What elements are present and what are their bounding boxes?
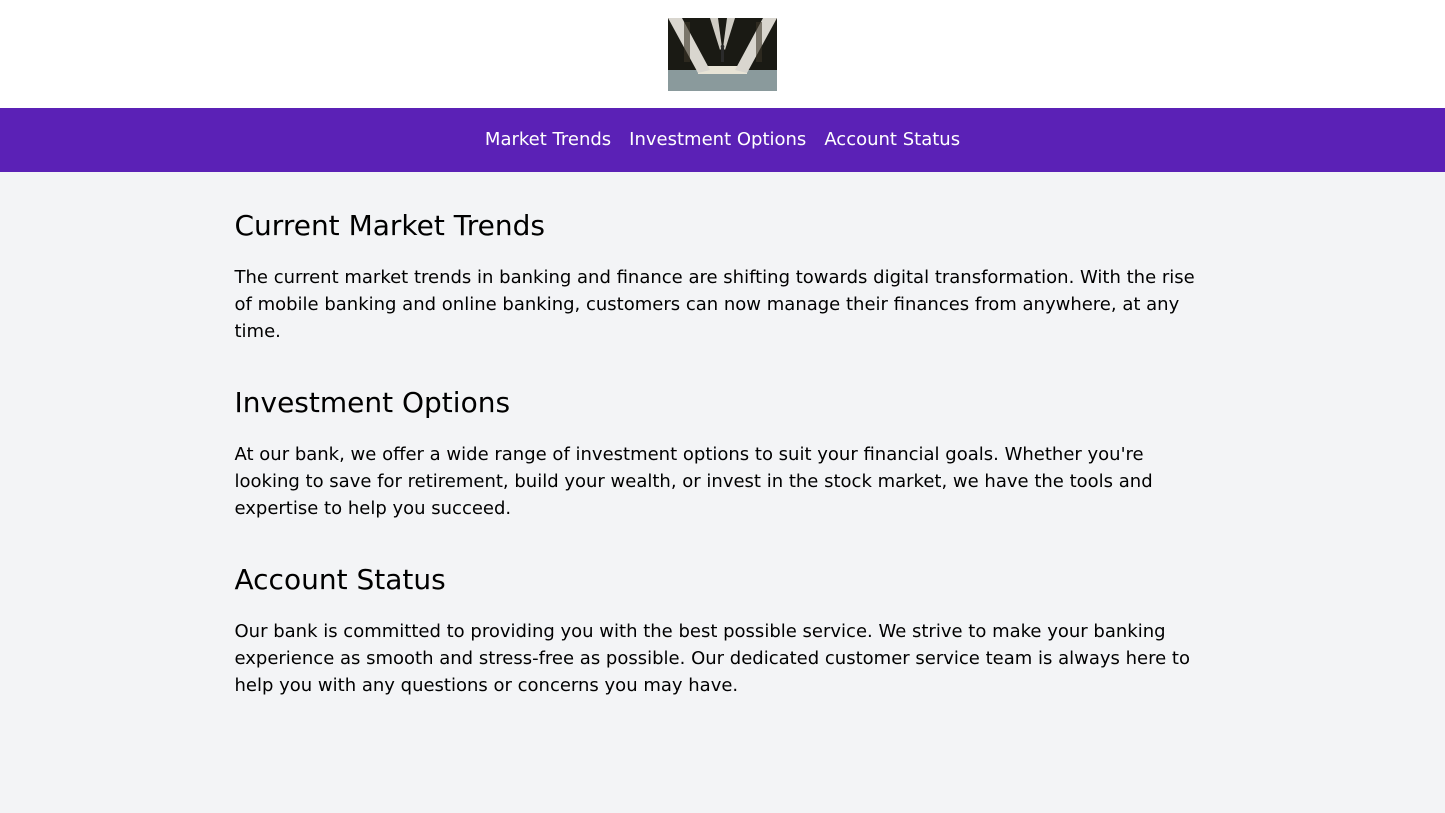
section-title: Account Status <box>234 563 446 596</box>
nav-market-trends[interactable]: Market Trends <box>485 128 611 152</box>
site-header <box>0 0 1445 108</box>
section-account-status: Account Status Our bank is committed to … <box>235 562 1211 699</box>
section-title: Investment Options <box>234 386 511 419</box>
building-photo-logo[interactable] <box>668 17 777 91</box>
nav-account-status[interactable]: Account Status <box>824 128 960 152</box>
main-nav: Market Trends Investment Options Account… <box>0 108 1445 172</box>
section-investment-options: Investment Options At our bank, we offer… <box>235 385 1211 522</box>
section-body: The current market trends in banking and… <box>234 267 1195 342</box>
section-market-trends: Current Market Trends The current market… <box>235 208 1211 345</box>
section-title: Current Market Trends <box>234 209 545 242</box>
section-body: Our bank is committed to providing you w… <box>234 621 1191 696</box>
main-content: Current Market Trends The current market… <box>235 172 1211 699</box>
nav-investment-options[interactable]: Investment Options <box>629 128 806 152</box>
section-body: At our bank, we offer a wide range of in… <box>234 444 1153 519</box>
